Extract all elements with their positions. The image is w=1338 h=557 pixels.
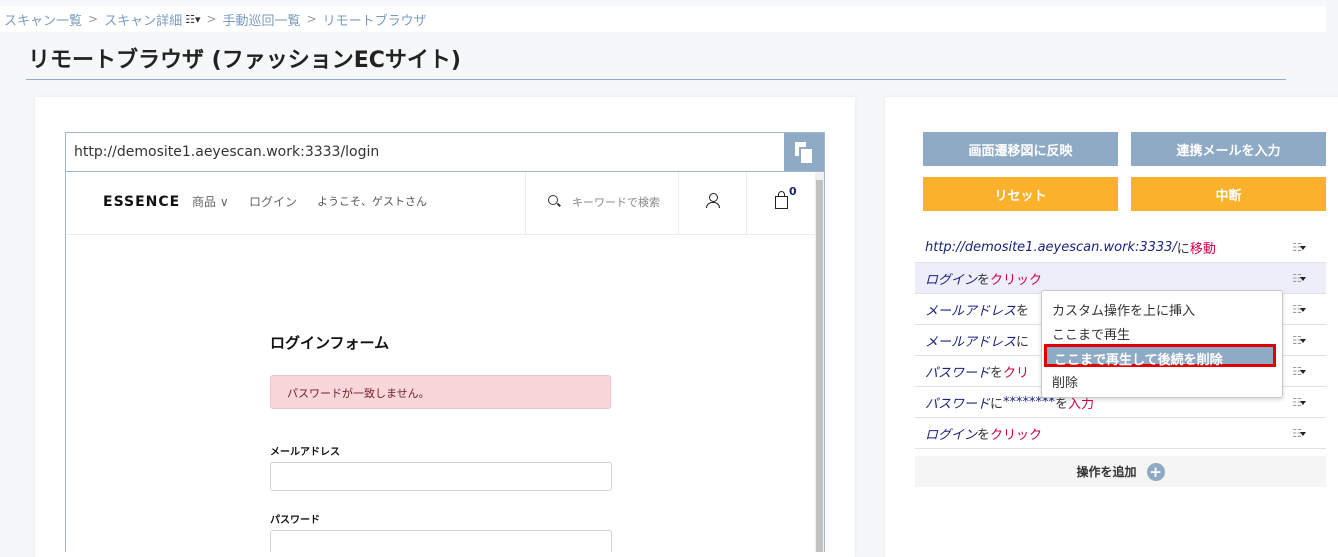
page-title: リモートブラウザ (ファッションECサイト) <box>28 48 461 73</box>
menu-play-and-delete-rest[interactable]: ここまで再生して後続を削除 <box>1044 344 1276 368</box>
copy-url-button[interactable] <box>784 133 824 171</box>
step-context-menu: カスタム操作を上に挿入 ここまで再生 ここまで再生して後続を削除 削除 <box>1041 290 1283 398</box>
breadcrumb: スキャン一覧 > スキャン詳細 ☷▾ > 手動巡回一覧 > リモートブラウザ <box>0 6 1326 32</box>
step-target: メールアドレス <box>925 303 1017 319</box>
nav-product-label: 商品 <box>192 195 217 209</box>
password-label: パスワード <box>270 515 320 526</box>
user-icon <box>709 193 718 202</box>
step-row[interactable]: ログインをクリック ☷ <box>915 418 1326 449</box>
step-particle: を <box>1016 303 1030 319</box>
caret-down-icon[interactable] <box>1300 401 1306 405</box>
site-logo[interactable]: ESSENCE <box>103 194 180 210</box>
caret-down-icon[interactable] <box>1300 277 1306 281</box>
user-icon-body <box>706 202 720 208</box>
step-particle: に <box>990 396 1004 412</box>
step-row[interactable]: http://demosite1.aeyescan.work:3333/に移動 … <box>915 232 1326 263</box>
caret-down-icon[interactable] <box>1300 246 1306 250</box>
step-particle: に <box>1176 241 1190 257</box>
site-header: ESSENCE 商品 ∨ ログイン ようこそ、ゲストさん キーワードで検索 0 <box>66 172 816 235</box>
copy-icon-front <box>799 147 812 163</box>
caret-down-icon[interactable] <box>1300 432 1306 436</box>
user-button[interactable] <box>678 172 747 234</box>
reflect-transition-button[interactable]: 画面遷移図に反映 <box>923 132 1118 166</box>
breadcrumb-scan-list[interactable]: スキャン一覧 <box>4 10 82 29</box>
step-particle: に <box>1016 334 1030 350</box>
step-particle: を <box>977 427 991 443</box>
email-input[interactable] <box>270 462 612 491</box>
search-icon <box>548 195 558 205</box>
breadcrumb-separator: > <box>88 12 99 26</box>
cart-icon <box>775 196 788 209</box>
list-menu-icon[interactable]: ☷▾ <box>185 13 200 26</box>
breadcrumb-separator: > <box>206 12 217 26</box>
reset-button[interactable]: リセット <box>923 177 1118 211</box>
nav-login[interactable]: ログイン <box>249 193 297 210</box>
menu-play-until-here[interactable]: ここまで再生 <box>1052 324 1130 343</box>
step-action: クリ <box>1003 365 1030 381</box>
add-operation-label: 操作を追加 <box>1076 465 1137 479</box>
menu-insert-custom-above[interactable]: カスタム操作を上に挿入 <box>1052 300 1195 319</box>
breadcrumb-remote-browser: リモートブラウザ <box>322 13 427 29</box>
step-target: パスワード <box>925 365 991 381</box>
caret-down-icon[interactable] <box>1300 339 1306 343</box>
step-target: パスワード <box>925 396 991 412</box>
menu-delete[interactable]: 削除 <box>1052 372 1078 391</box>
step-target: http://demosite1.aeyescan.work:3333/ <box>925 239 1177 255</box>
step-action: クリック <box>990 427 1043 443</box>
caret-down-icon[interactable] <box>1300 370 1306 374</box>
scrollbar-thumb[interactable] <box>816 180 823 552</box>
password-input[interactable] <box>270 530 612 552</box>
step-target: ログイン <box>925 272 978 288</box>
breadcrumb-scan-detail[interactable]: スキャン詳細 <box>104 10 182 29</box>
step-action: クリック <box>990 272 1043 288</box>
step-target: ログイン <box>925 427 978 443</box>
welcome-text: ようこそ、ゲストさん <box>317 195 427 208</box>
caret-down-icon[interactable] <box>1300 308 1306 312</box>
breadcrumb-separator: > <box>306 12 317 26</box>
error-alert: パスワードが一致しません。 <box>270 375 611 409</box>
site-search[interactable]: キーワードで検索 <box>525 172 679 234</box>
plus-icon: + <box>1146 462 1165 481</box>
cart-button[interactable]: 0 <box>746 172 817 234</box>
chevron-down-icon: ∨ <box>219 195 229 209</box>
add-operation-button[interactable]: 操作を追加 + <box>915 456 1326 487</box>
step-action: 移動 <box>1189 241 1216 257</box>
step-particle: を <box>977 272 991 288</box>
nav-product[interactable]: 商品 ∨ <box>192 193 229 210</box>
step-target: メールアドレス <box>925 334 1017 350</box>
email-label: メールアドレス <box>270 447 340 458</box>
search-placeholder: キーワードで検索 <box>572 196 660 209</box>
step-particle: を <box>990 365 1004 381</box>
stop-button[interactable]: 中断 <box>1131 177 1326 211</box>
cart-count: 0 <box>789 185 797 198</box>
breadcrumb-manual-crawl-list[interactable]: 手動巡回一覧 <box>223 10 301 29</box>
browser-scrollbar[interactable] <box>815 172 824 552</box>
title-divider <box>26 79 1286 80</box>
linked-mail-button[interactable]: 連携メールを入力 <box>1131 132 1326 166</box>
url-text[interactable]: http://demosite1.aeyescan.work:3333/logi… <box>74 144 379 160</box>
login-form-title: ログインフォーム <box>270 334 390 352</box>
url-bar: http://demosite1.aeyescan.work:3333/logi… <box>65 132 825 172</box>
browser-viewport[interactable]: ESSENCE 商品 ∨ ログイン ようこそ、ゲストさん キーワードで検索 0 … <box>65 172 825 552</box>
